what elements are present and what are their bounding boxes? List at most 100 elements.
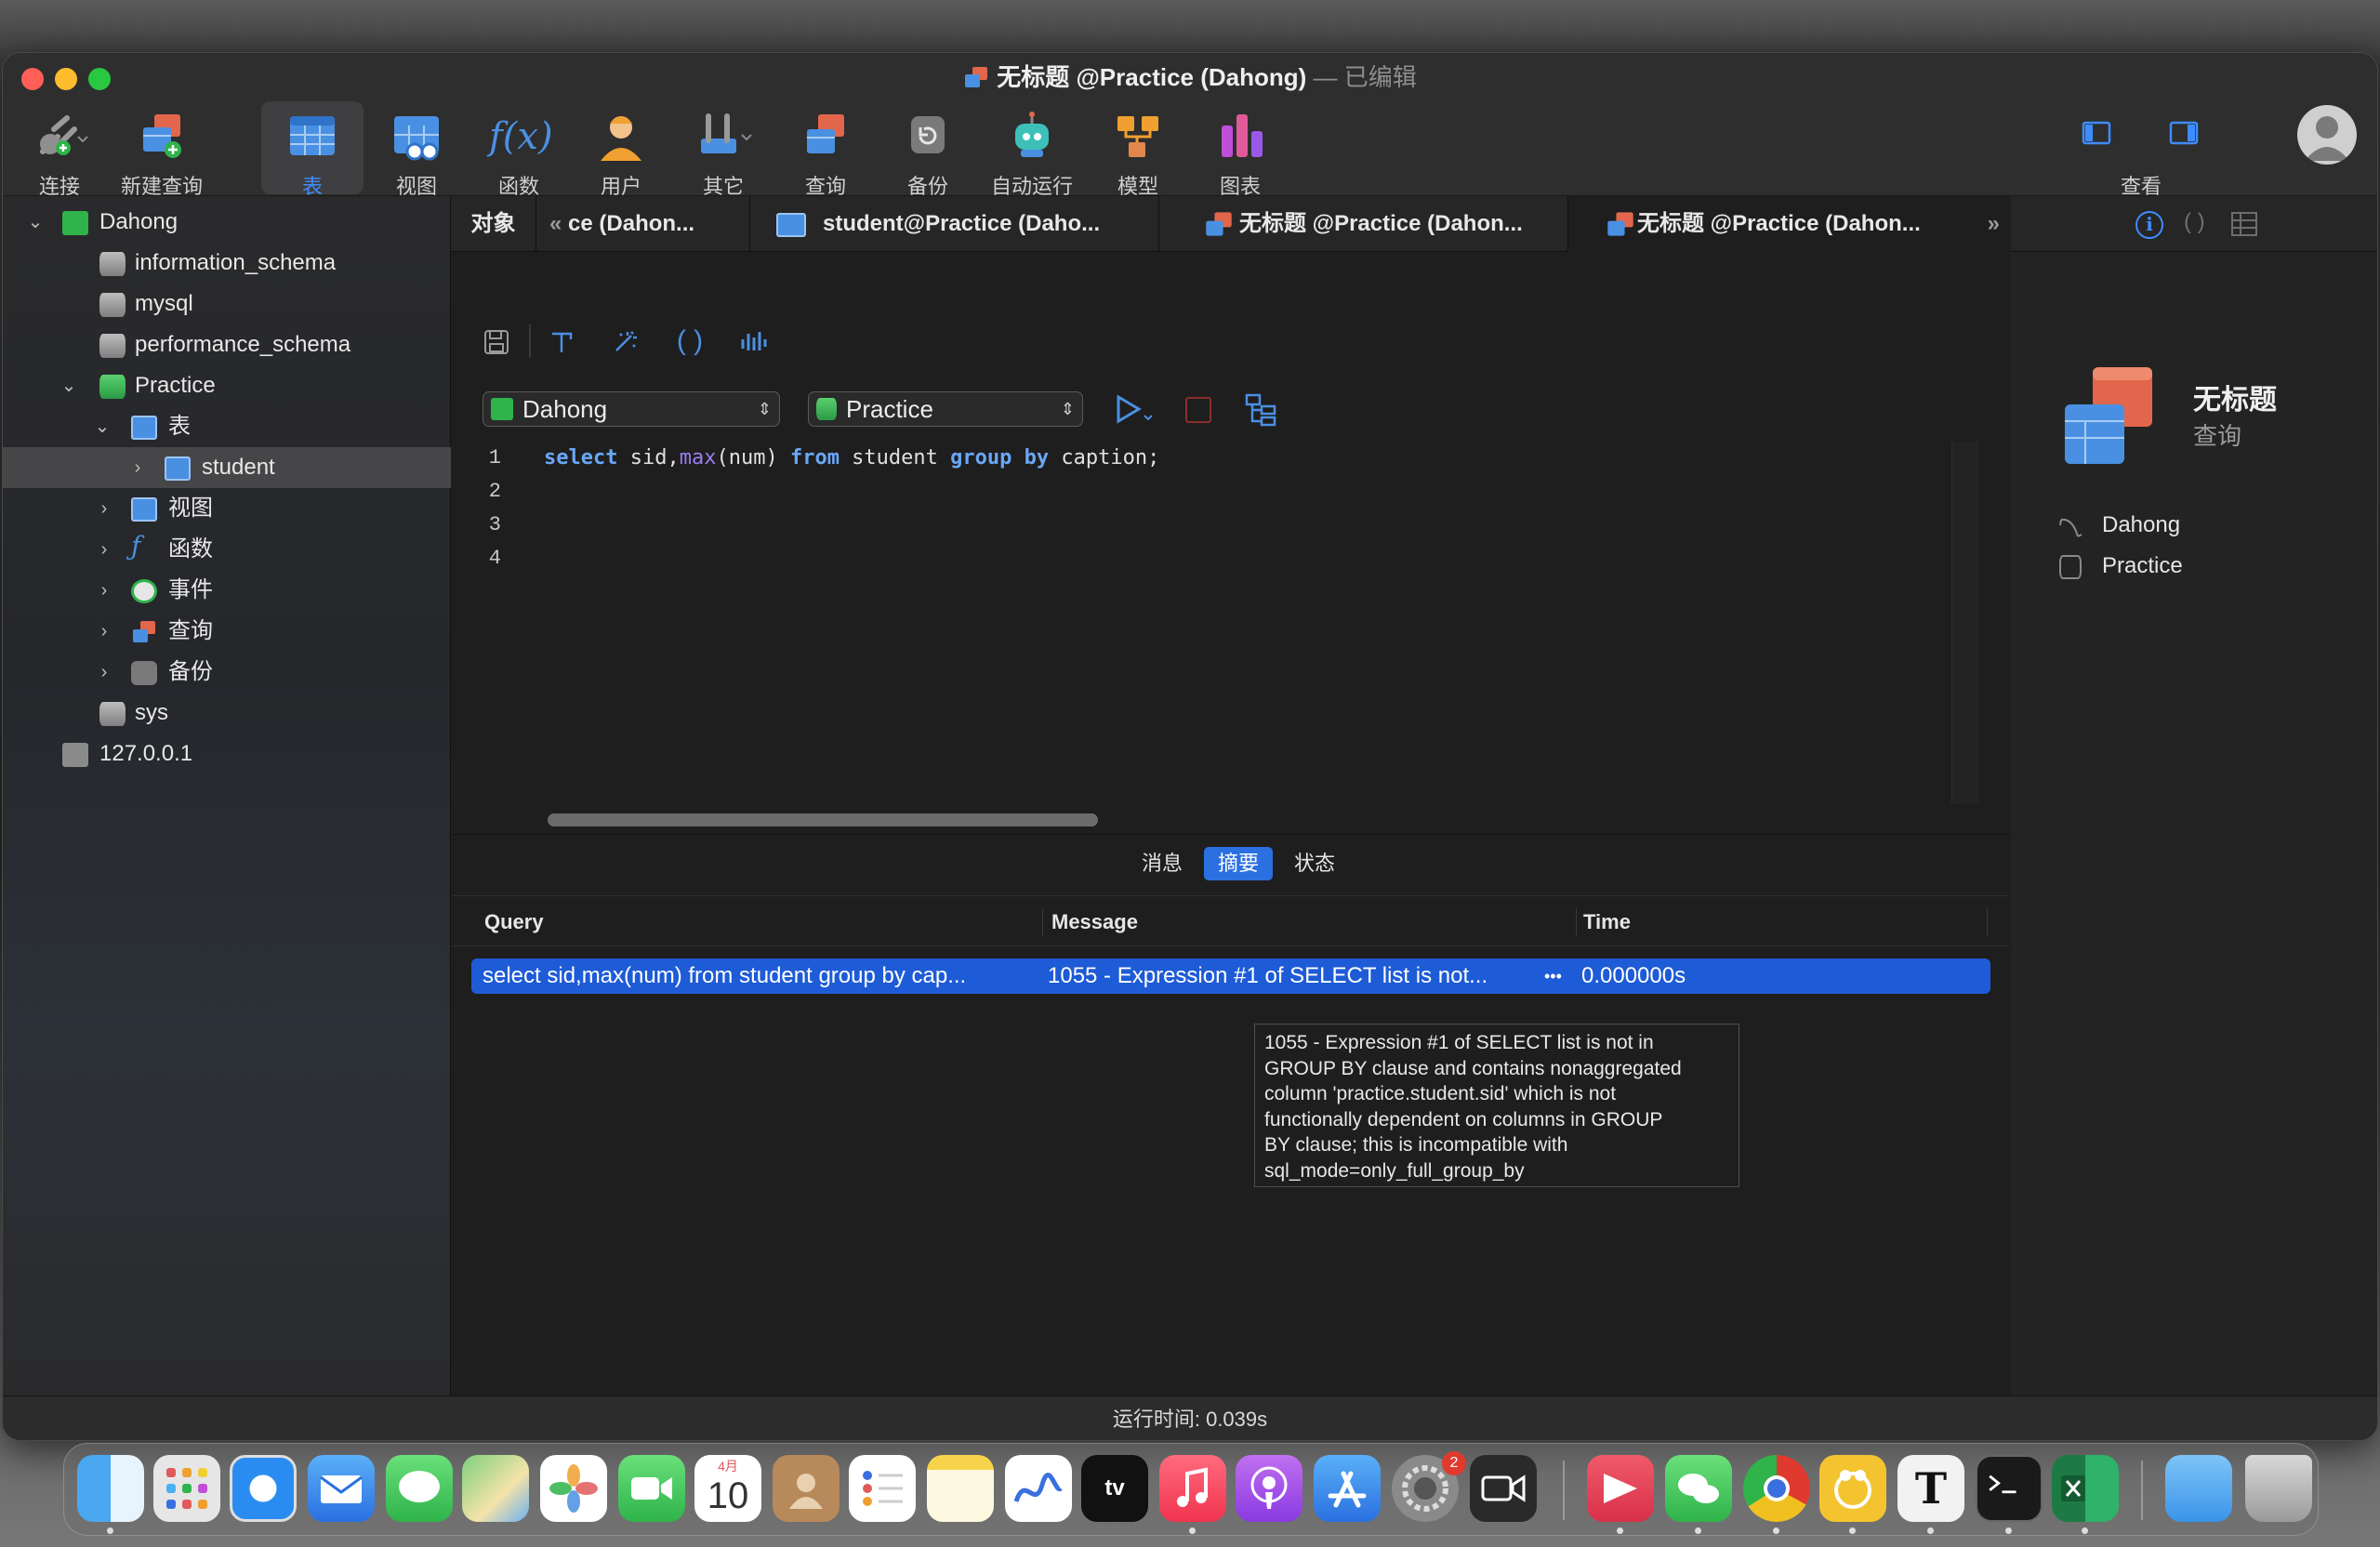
- chevron-down-icon[interactable]: ⌄: [59, 365, 79, 406]
- toolbar-backup-button[interactable]: 备份: [877, 101, 979, 198]
- column-header-time[interactable]: Time: [1583, 906, 1631, 938]
- downloads-folder-icon[interactable]: [2165, 1455, 2232, 1522]
- toolbar-query-button[interactable]: 查询: [774, 101, 877, 198]
- tree-folder-backups[interactable]: › 备份: [3, 652, 451, 693]
- tree-connection-localhost[interactable]: 127.0.0.1: [3, 734, 451, 774]
- toolbar-function-button[interactable]: f(x) 函数: [468, 101, 570, 198]
- explain-chart-icon[interactable]: [739, 328, 767, 356]
- chevron-right-icon[interactable]: ›: [94, 488, 114, 529]
- tree-db-mysql[interactable]: mysql: [3, 284, 451, 324]
- chevron-down-icon[interactable]: ⌄: [92, 406, 112, 447]
- toggle-sidebar-right-icon[interactable]: [2169, 120, 2199, 146]
- safari-icon[interactable]: [230, 1455, 297, 1522]
- notes-icon[interactable]: [927, 1455, 994, 1522]
- reminders-icon[interactable]: [849, 1455, 916, 1522]
- column-header-query[interactable]: Query: [484, 906, 544, 938]
- chevron-double-left-icon[interactable]: «: [549, 211, 562, 236]
- toolbar-other-button[interactable]: 其它: [672, 101, 774, 198]
- maps-icon[interactable]: [462, 1455, 529, 1522]
- chevron-right-icon[interactable]: ›: [94, 529, 114, 570]
- tab-query-1[interactable]: « ce (Dahon...: [536, 196, 750, 252]
- tab-student-table[interactable]: student@Practice (Daho...: [750, 196, 1159, 252]
- toolbar-automation-button[interactable]: 自动运行: [981, 101, 1083, 198]
- grid-layout-icon[interactable]: [2230, 211, 2258, 237]
- editor-vertical-scrollbar[interactable]: [1951, 442, 1979, 804]
- app-store-icon[interactable]: [1314, 1455, 1381, 1522]
- explain-plan-icon[interactable]: [1245, 393, 1278, 427]
- chevron-double-right-icon[interactable]: »: [1988, 196, 2000, 252]
- neooffice-icon[interactable]: [1819, 1455, 1886, 1522]
- toggle-sidebar-left-icon[interactable]: [2082, 120, 2111, 146]
- chevron-right-icon[interactable]: ›: [94, 611, 114, 652]
- photos-icon[interactable]: [540, 1455, 607, 1522]
- connection-select[interactable]: Dahong ⇕: [483, 391, 780, 427]
- finder-icon[interactable]: [77, 1455, 144, 1522]
- tree-db-performance-schema[interactable]: performance_schema: [3, 324, 451, 365]
- tree-folder-queries[interactable]: › 查询: [3, 611, 451, 652]
- toolbar-new-query-button[interactable]: 新建查询: [111, 101, 213, 198]
- table-row[interactable]: select sid,max(num) from student group b…: [471, 959, 1990, 994]
- navicat-icon[interactable]: [1587, 1455, 1654, 1522]
- video-capture-icon[interactable]: [1470, 1455, 1537, 1522]
- sql-editor[interactable]: 1 2 3 4: [455, 442, 1979, 804]
- tree-folder-functions[interactable]: › ƒ 函数: [3, 529, 451, 570]
- save-icon[interactable]: [483, 328, 510, 356]
- podcasts-icon[interactable]: [1236, 1455, 1302, 1522]
- tree-folder-tables[interactable]: ⌄ 表: [3, 406, 451, 447]
- tab-objects[interactable]: 对象: [451, 196, 536, 252]
- results-tab-messages[interactable]: 消息: [1130, 847, 1195, 880]
- trash-icon[interactable]: [2245, 1455, 2312, 1522]
- more-ellipsis-icon[interactable]: •••: [1544, 959, 1562, 994]
- apple-tv-icon[interactable]: tv: [1081, 1455, 1148, 1522]
- results-tab-status[interactable]: 状态: [1282, 847, 1347, 880]
- toolbar-chart-button[interactable]: 图表: [1189, 101, 1291, 198]
- calendar-icon[interactable]: 4月 10: [694, 1455, 761, 1522]
- chevron-right-icon[interactable]: ›: [127, 447, 148, 488]
- tab-untitled-query-1[interactable]: 无标题 @Practice (Dahon...: [1159, 196, 1568, 252]
- tab-untitled-query-active[interactable]: 无标题 @Practice (Dahon... »: [1568, 196, 2009, 252]
- tree-connection-dahong[interactable]: ⌄ Dahong: [3, 202, 451, 243]
- tree-db-practice[interactable]: ⌄ Practice: [3, 365, 451, 406]
- editor-horizontal-scrollbar[interactable]: [548, 813, 1098, 826]
- chrome-icon[interactable]: [1743, 1455, 1810, 1522]
- toolbar-view-button[interactable]: 视图: [365, 101, 468, 198]
- stop-query-icon[interactable]: [1185, 397, 1211, 423]
- toolbar-user-button[interactable]: 用户: [570, 101, 672, 198]
- excel-icon[interactable]: [2052, 1455, 2119, 1522]
- toolbar-table-button[interactable]: 表: [261, 101, 364, 198]
- run-query-icon[interactable]: [1113, 393, 1154, 425]
- tree-table-student[interactable]: › student: [3, 447, 451, 488]
- tree-folder-views[interactable]: › 视图: [3, 488, 451, 529]
- freeform-icon[interactable]: [1005, 1455, 1072, 1522]
- terminal-icon[interactable]: [1976, 1455, 2043, 1522]
- code-snippet-icon[interactable]: ( ): [676, 326, 704, 356]
- typora-icon[interactable]: T: [1897, 1455, 1964, 1522]
- toolbar-connect-button[interactable]: 连接: [8, 101, 111, 198]
- ddl-parentheses-icon[interactable]: ( ): [2184, 209, 2205, 235]
- column-divider[interactable]: [1987, 908, 1988, 936]
- wechat-icon[interactable]: [1665, 1455, 1732, 1522]
- chevron-right-icon[interactable]: ›: [94, 570, 114, 611]
- database-select[interactable]: Practice ⇕: [808, 391, 1083, 427]
- column-divider[interactable]: [1576, 908, 1577, 936]
- beautify-magic-icon[interactable]: [611, 328, 639, 356]
- chevron-right-icon[interactable]: ›: [94, 652, 114, 693]
- music-icon[interactable]: [1159, 1455, 1226, 1522]
- chevron-down-icon[interactable]: ⌄: [25, 202, 46, 243]
- info-icon[interactable]: i: [2135, 211, 2163, 239]
- tree-db-sys[interactable]: sys: [3, 693, 451, 734]
- column-divider[interactable]: [1042, 908, 1043, 936]
- sql-code-line[interactable]: select sid,max(num) from student group b…: [544, 442, 1159, 475]
- toolbar-model-button[interactable]: 模型: [1087, 101, 1189, 198]
- mail-icon[interactable]: [308, 1455, 375, 1522]
- tree-folder-events[interactable]: › 事件: [3, 570, 451, 611]
- results-tab-summary[interactable]: 摘要: [1204, 847, 1273, 880]
- messages-icon[interactable]: [386, 1455, 453, 1522]
- tree-db-information-schema[interactable]: information_schema: [3, 243, 451, 284]
- facetime-icon[interactable]: [618, 1455, 685, 1522]
- launchpad-icon[interactable]: [153, 1455, 220, 1522]
- format-sql-icon[interactable]: [548, 328, 575, 356]
- contacts-icon[interactable]: [773, 1455, 840, 1522]
- column-header-message[interactable]: Message: [1051, 906, 1138, 938]
- avatar[interactable]: [2297, 105, 2357, 165]
